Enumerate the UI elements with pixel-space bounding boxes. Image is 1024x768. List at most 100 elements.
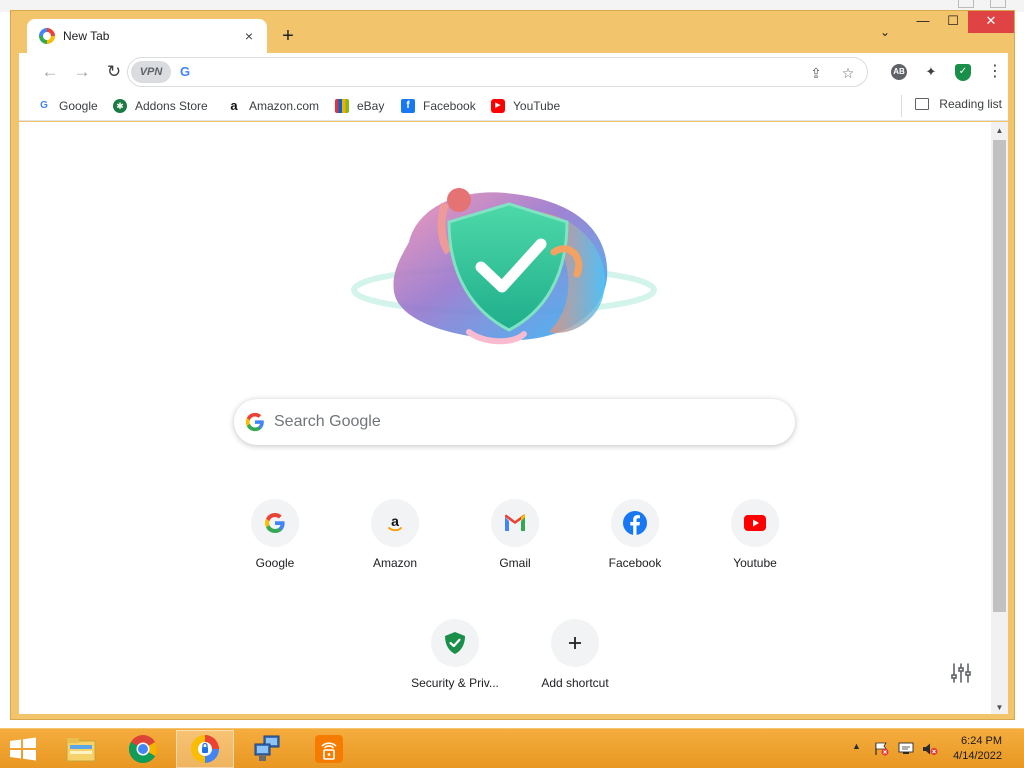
browser-menu-icon[interactable]: ⋮ (985, 62, 1005, 82)
youtube-icon (744, 515, 766, 531)
scroll-down-arrow-icon[interactable]: ▼ (991, 703, 1008, 712)
tab-title: New Tab (63, 29, 110, 43)
taskbar-secure-browser[interactable] (176, 730, 234, 768)
vpn-toggle-button[interactable]: VPN (131, 61, 171, 83)
desktop-window-ghost (958, 0, 974, 8)
google-icon: G (40, 100, 48, 111)
shortcut-icon-circle: a (371, 499, 419, 547)
new-tab-page: Google a Amazon Gmail (19, 122, 1008, 714)
shortcut-icon-circle (431, 619, 479, 667)
scrollbar-thumb[interactable] (993, 140, 1006, 612)
shortcut-label: Facebook (608, 556, 662, 570)
customize-sliders-icon[interactable] (950, 662, 972, 684)
bookmark-google[interactable]: G Google (37, 97, 98, 115)
bookmark-addons-store[interactable]: ✱ Addons Store (113, 97, 208, 115)
browser-window: New Tab × + ⌄ — ☐ ✕ ← → ↻ VPN G ⇪ ☆ AB ✦… (10, 10, 1015, 720)
window-controls: — ☐ ✕ (908, 11, 1014, 33)
shortcut-icon-circle (491, 499, 539, 547)
share-icon[interactable]: ⇪ (806, 63, 826, 83)
tab-close-icon[interactable]: × (241, 28, 257, 44)
vpn-lock-icon (315, 735, 343, 763)
taskbar-vpn[interactable] (300, 730, 358, 768)
google-search-box[interactable] (234, 399, 795, 445)
search-engine-icon: G (180, 64, 191, 79)
bookmark-facebook[interactable]: f Facebook (401, 97, 476, 115)
address-input[interactable] (200, 62, 800, 82)
clock-date: 4/14/2022 (953, 750, 1002, 762)
bookmark-label: Google (59, 99, 98, 113)
bookmark-amazon[interactable]: a Amazon.com (227, 97, 319, 115)
svg-text:a: a (391, 513, 399, 529)
volume-muted-icon[interactable] (922, 742, 938, 756)
search-input[interactable] (274, 410, 754, 434)
close-window-button[interactable]: ✕ (968, 11, 1014, 33)
ebay-icon (335, 99, 349, 113)
amazon-icon: a (230, 98, 238, 113)
facebook-icon (623, 511, 647, 535)
action-center-flag-icon[interactable] (874, 742, 890, 756)
bookmark-youtube[interactable]: ▶ YouTube (491, 97, 560, 115)
shortcut-label: Gmail (499, 556, 531, 570)
bookmark-label: eBay (357, 99, 385, 113)
reading-list-label: Reading list (939, 97, 1002, 111)
desktop-window-ghost (990, 0, 1006, 8)
shortcut-amazon[interactable]: a Amazon (339, 483, 451, 595)
addons-store-icon: ✱ (113, 99, 127, 113)
shortcut-security-privacy[interactable]: Security & Priv... (399, 603, 511, 714)
shortcut-google[interactable]: Google (219, 483, 331, 595)
google-icon (265, 513, 285, 533)
forward-button[interactable]: → (69, 59, 95, 85)
shortcut-label: Add shortcut (541, 676, 609, 690)
reading-list-button[interactable]: Reading list (901, 95, 1002, 117)
bookmark-label: Facebook (423, 99, 476, 113)
shortcut-icon-circle (611, 499, 659, 547)
back-button[interactable]: ← (37, 59, 63, 85)
secure-browser-icon (191, 735, 219, 763)
taskbar-file-explorer[interactable] (52, 730, 110, 768)
add-shortcut-button[interactable]: Add shortcut (519, 603, 631, 714)
bookmarks-separator (901, 95, 903, 117)
chrome-icon (129, 735, 157, 763)
adblock-extension-icon[interactable]: AB (891, 64, 907, 80)
shortcut-icon-circle (551, 619, 599, 667)
tab-strip: New Tab × + ⌄ — ☐ ✕ (11, 11, 1014, 53)
gmail-icon (505, 514, 525, 531)
bookmark-ebay[interactable]: eBay (335, 97, 384, 115)
maximize-button[interactable]: ☐ (938, 11, 968, 33)
extensions-puzzle-icon[interactable]: ✦ (921, 62, 941, 82)
windows-start-icon[interactable] (8, 737, 38, 761)
show-hidden-icons-button[interactable]: ▲ (852, 741, 861, 751)
bookmark-star-icon[interactable]: ☆ (838, 63, 858, 83)
youtube-icon: ▶ (491, 99, 505, 113)
taskbar-chrome[interactable] (114, 730, 172, 768)
address-bar[interactable]: VPN G ⇪ ☆ (127, 57, 868, 87)
minimize-button[interactable]: — (908, 11, 938, 33)
shortcut-label: Youtube (733, 556, 777, 570)
new-tab-button[interactable]: + (275, 24, 301, 50)
shortcut-label: Security & Priv... (411, 676, 499, 690)
shortcut-icon-circle (731, 499, 779, 547)
file-explorer-icon (66, 738, 96, 762)
tab-search-button[interactable]: ⌄ (875, 25, 895, 39)
clock-time: 6:24 PM (961, 735, 1002, 747)
shortcut-youtube[interactable]: Youtube (699, 483, 811, 595)
tab-new-tab[interactable]: New Tab × (27, 19, 267, 53)
vertical-scrollbar[interactable]: ▲ ▼ (991, 122, 1008, 714)
security-shield-extension-icon[interactable]: ✓ (955, 64, 971, 81)
bookmark-label: Amazon.com (249, 99, 320, 113)
browser-favicon-icon (39, 28, 55, 44)
shortcut-facebook[interactable]: Facebook (579, 483, 691, 595)
windows-taskbar: ▲ 6:24 PM 4/14/2022 (0, 728, 1024, 768)
reading-list-icon (915, 98, 930, 110)
security-shield-icon (445, 632, 465, 654)
facebook-icon: f (401, 99, 415, 113)
shortcut-label: Google (255, 556, 295, 570)
network-status-icon[interactable] (898, 742, 914, 756)
scroll-up-arrow-icon[interactable]: ▲ (991, 126, 1008, 135)
taskbar-network-computer[interactable] (238, 730, 296, 768)
shortcut-label: Amazon (372, 556, 418, 570)
system-clock[interactable]: 6:24 PM 4/14/2022 (953, 734, 1002, 764)
bookmark-label: Addons Store (135, 99, 208, 113)
shortcut-gmail[interactable]: Gmail (459, 483, 571, 595)
reload-button[interactable]: ↻ (101, 59, 127, 85)
